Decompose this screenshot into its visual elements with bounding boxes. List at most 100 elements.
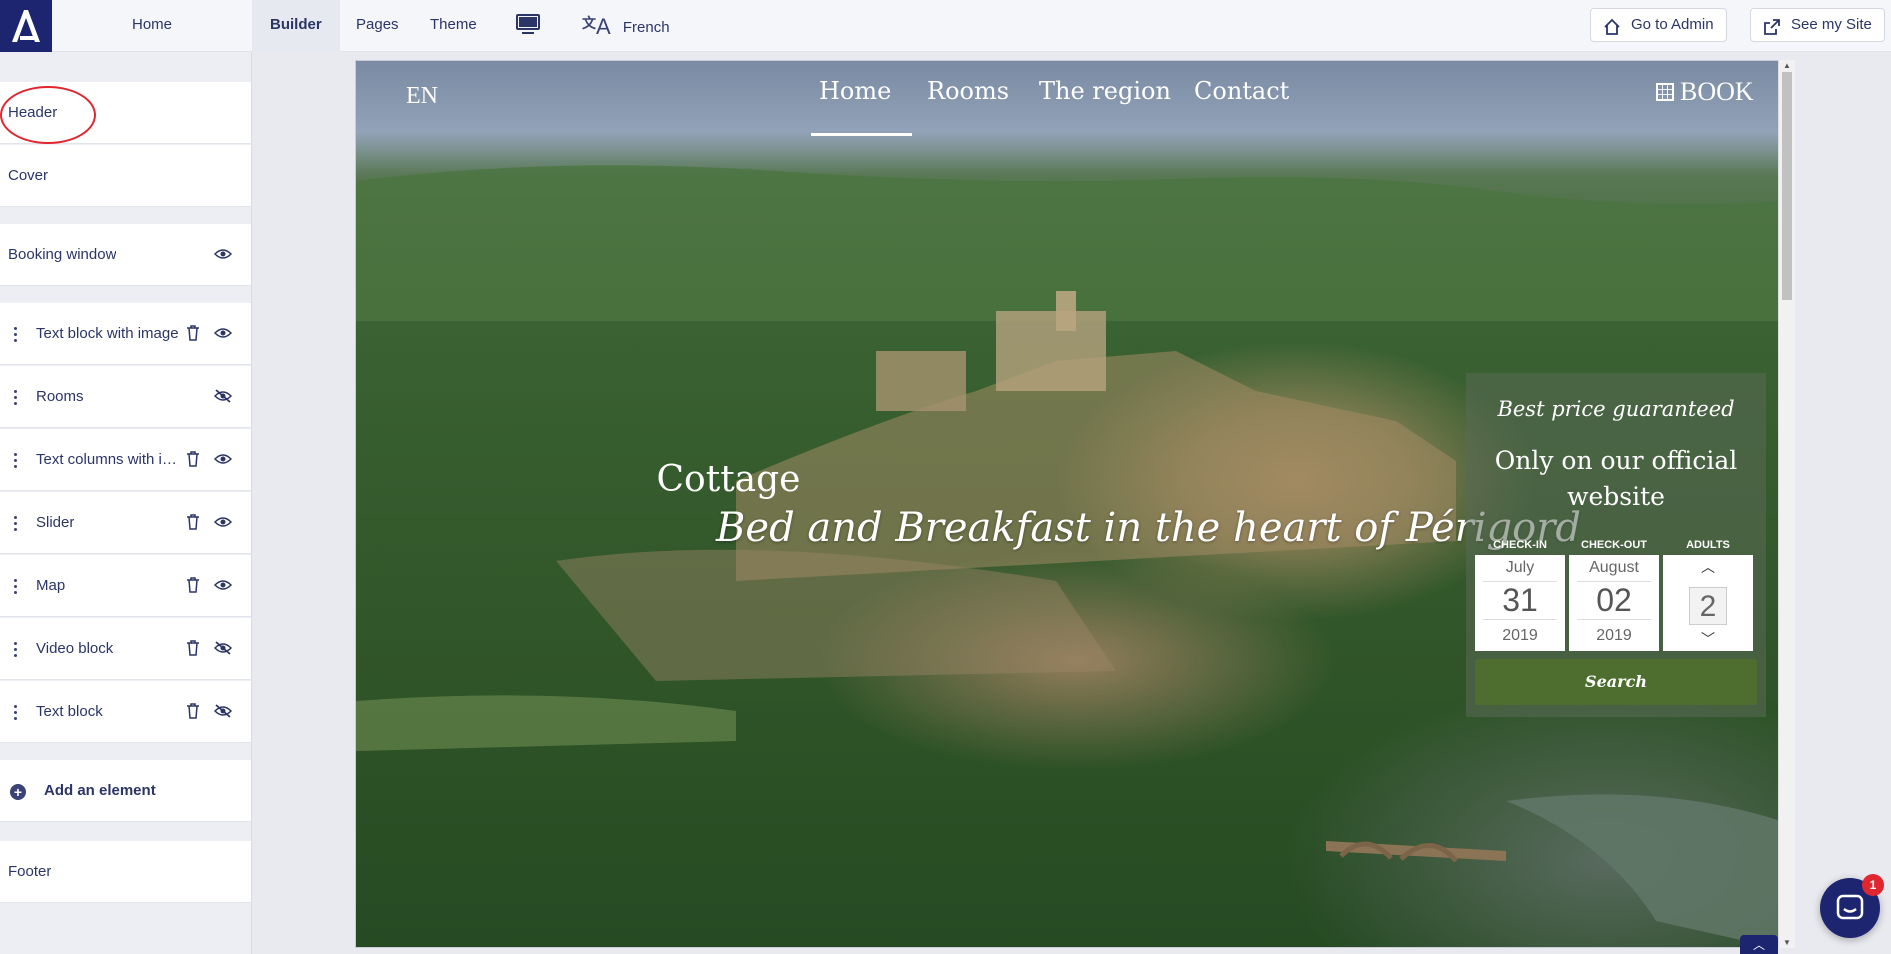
desktop-preview-icon[interactable] [516, 14, 540, 36]
sidebar-item-label: Video block [36, 640, 114, 657]
eye-slash-icon[interactable] [213, 704, 233, 718]
tab-theme[interactable]: Theme [412, 0, 495, 52]
trash-icon[interactable] [186, 451, 200, 467]
eye-slash-icon[interactable] [213, 641, 233, 655]
preview-scrollbar[interactable]: ▲ ▼ [1778, 60, 1795, 948]
sidebar-item-footer[interactable]: Footer [0, 841, 251, 903]
sidebar-item-text-block-with-image[interactable]: Text block with image [0, 303, 251, 365]
sidebar-item-booking-window[interactable]: Booking window [0, 224, 251, 286]
checkout-month: August [1589, 559, 1639, 576]
sidebar-item-label: Booking window [8, 246, 117, 263]
preview-navbar: EN Home Rooms The region Contact BOOK [356, 61, 1779, 141]
chat-launcher-button[interactable]: 1 [1820, 874, 1884, 938]
sidebar-item-label: Rooms [36, 388, 84, 405]
drag-handle-icon[interactable] [14, 579, 18, 595]
sidebar-item-text-columns-with-images[interactable]: Text columns with images [0, 429, 251, 491]
sidebar-item-label: Map [36, 577, 66, 594]
preview-book-button[interactable]: BOOK [1656, 77, 1754, 107]
checkout-date-picker[interactable]: August 02 2019 [1569, 555, 1659, 651]
chevron-down-icon[interactable]: ﹀ [1663, 629, 1753, 649]
cover-title: Cottage [656, 459, 801, 500]
sidebar-item-label: Text block [36, 703, 103, 720]
scrollbar-thumb[interactable] [1782, 72, 1792, 300]
eye-icon[interactable] [213, 326, 233, 340]
scroll-up-icon[interactable]: ▲ [1783, 61, 1791, 70]
sidebar-item-rooms[interactable]: Rooms [0, 366, 251, 428]
sidebar-item-slider[interactable]: Slider [0, 492, 251, 554]
see-my-site-label: See my Site [1791, 16, 1872, 33]
checkin-month: July [1505, 559, 1535, 576]
sidebar-item-video-block[interactable]: Video block [0, 618, 251, 680]
chevron-up-toggle-icon[interactable]: ︿ [1740, 935, 1778, 954]
sidebar-item-label: Slider [36, 514, 75, 531]
top-bar: Home Builder Pages Theme 文A French Go to… [0, 0, 1891, 52]
eye-icon[interactable] [213, 247, 233, 261]
book-label: BOOK [1680, 77, 1754, 106]
sidebar-item-label: Cover [8, 167, 49, 184]
booking-widget: Best price guaranteed Only on our offici… [1466, 373, 1766, 717]
sidebar-item-label: Text block with image [36, 325, 179, 342]
active-nav-underline [811, 133, 912, 136]
go-to-admin-label: Go to Admin [1631, 16, 1714, 33]
eye-icon[interactable] [213, 515, 233, 529]
language-selector[interactable]: 文A French [582, 10, 670, 42]
adults-label: ADULTS [1686, 539, 1730, 551]
trash-icon[interactable] [186, 325, 200, 341]
trash-icon[interactable] [186, 703, 200, 719]
language-label: French [622, 18, 670, 36]
see-my-site-button[interactable]: See my Site [1750, 8, 1885, 42]
preview-nav-contact[interactable]: Contact [1194, 77, 1289, 105]
sidebar-item-text-block[interactable]: Text block [0, 681, 251, 743]
trash-icon[interactable] [186, 640, 200, 656]
chevron-up-icon[interactable]: ︿ [1663, 557, 1753, 577]
highlight-annotation-circle [0, 86, 96, 144]
tab-builder[interactable]: Builder [252, 0, 340, 52]
calendar-icon [1656, 83, 1674, 101]
notification-badge: 1 [1862, 874, 1884, 896]
scroll-down-icon[interactable]: ▼ [1783, 938, 1791, 947]
drag-handle-icon[interactable] [14, 642, 18, 658]
preview-nav-rooms[interactable]: Rooms [927, 77, 1009, 105]
chat-icon [1836, 894, 1864, 920]
checkin-day: 31 [1483, 581, 1557, 620]
checkout-year: 2019 [1596, 627, 1632, 644]
eye-icon[interactable] [213, 578, 233, 592]
cover-subtitle: Bed and Breakfast in the heart of Périgo… [716, 505, 1581, 551]
eye-slash-icon[interactable] [213, 389, 233, 403]
sidebar: Header Cover Booking window Text block w… [0, 52, 252, 954]
preview-nav-home[interactable]: Home [819, 77, 891, 105]
sidebar-item-cover[interactable]: Cover [0, 145, 251, 207]
add-element-label: Add an element [44, 782, 156, 799]
drag-handle-icon[interactable] [14, 453, 18, 469]
search-button[interactable]: Search [1475, 659, 1757, 705]
official-website-text: Only on our official website [1494, 446, 1738, 511]
adults-stepper[interactable]: ︿ 2 ﹀ [1663, 555, 1753, 651]
checkin-label: CHECK-IN [1493, 539, 1547, 551]
drag-handle-icon[interactable] [14, 705, 18, 721]
add-element-button[interactable]: + Add an element [0, 760, 251, 822]
preview-nav-region[interactable]: The region [1039, 77, 1171, 105]
trash-icon[interactable] [186, 514, 200, 530]
checkout-label: CHECK-OUT [1581, 539, 1647, 551]
plus-circle-icon: + [10, 784, 26, 800]
sidebar-item-map[interactable]: Map [0, 555, 251, 617]
sidebar-item-label: Footer [8, 863, 52, 880]
checkin-year: 2019 [1502, 627, 1538, 644]
checkout-day: 02 [1577, 581, 1651, 620]
drag-handle-icon[interactable] [14, 516, 18, 532]
home-icon [1603, 16, 1621, 35]
eye-icon[interactable] [213, 452, 233, 466]
drag-handle-icon[interactable] [14, 390, 18, 406]
sidebar-item-label: Text columns with images [36, 451, 182, 468]
drag-handle-icon[interactable] [14, 327, 18, 343]
site-preview[interactable]: EN Home Rooms The region Contact BOOK Co… [355, 60, 1780, 948]
translate-icon: 文A [582, 14, 611, 39]
app-logo[interactable] [0, 0, 52, 52]
go-to-admin-button[interactable]: Go to Admin [1590, 8, 1727, 42]
preview-language-switch[interactable]: EN [406, 83, 438, 110]
checkin-date-picker[interactable]: July 31 2019 [1475, 555, 1565, 651]
home-link[interactable]: Home [52, 0, 252, 52]
trash-icon[interactable] [186, 577, 200, 593]
tab-pages[interactable]: Pages [338, 0, 417, 52]
external-link-icon [1763, 16, 1781, 35]
